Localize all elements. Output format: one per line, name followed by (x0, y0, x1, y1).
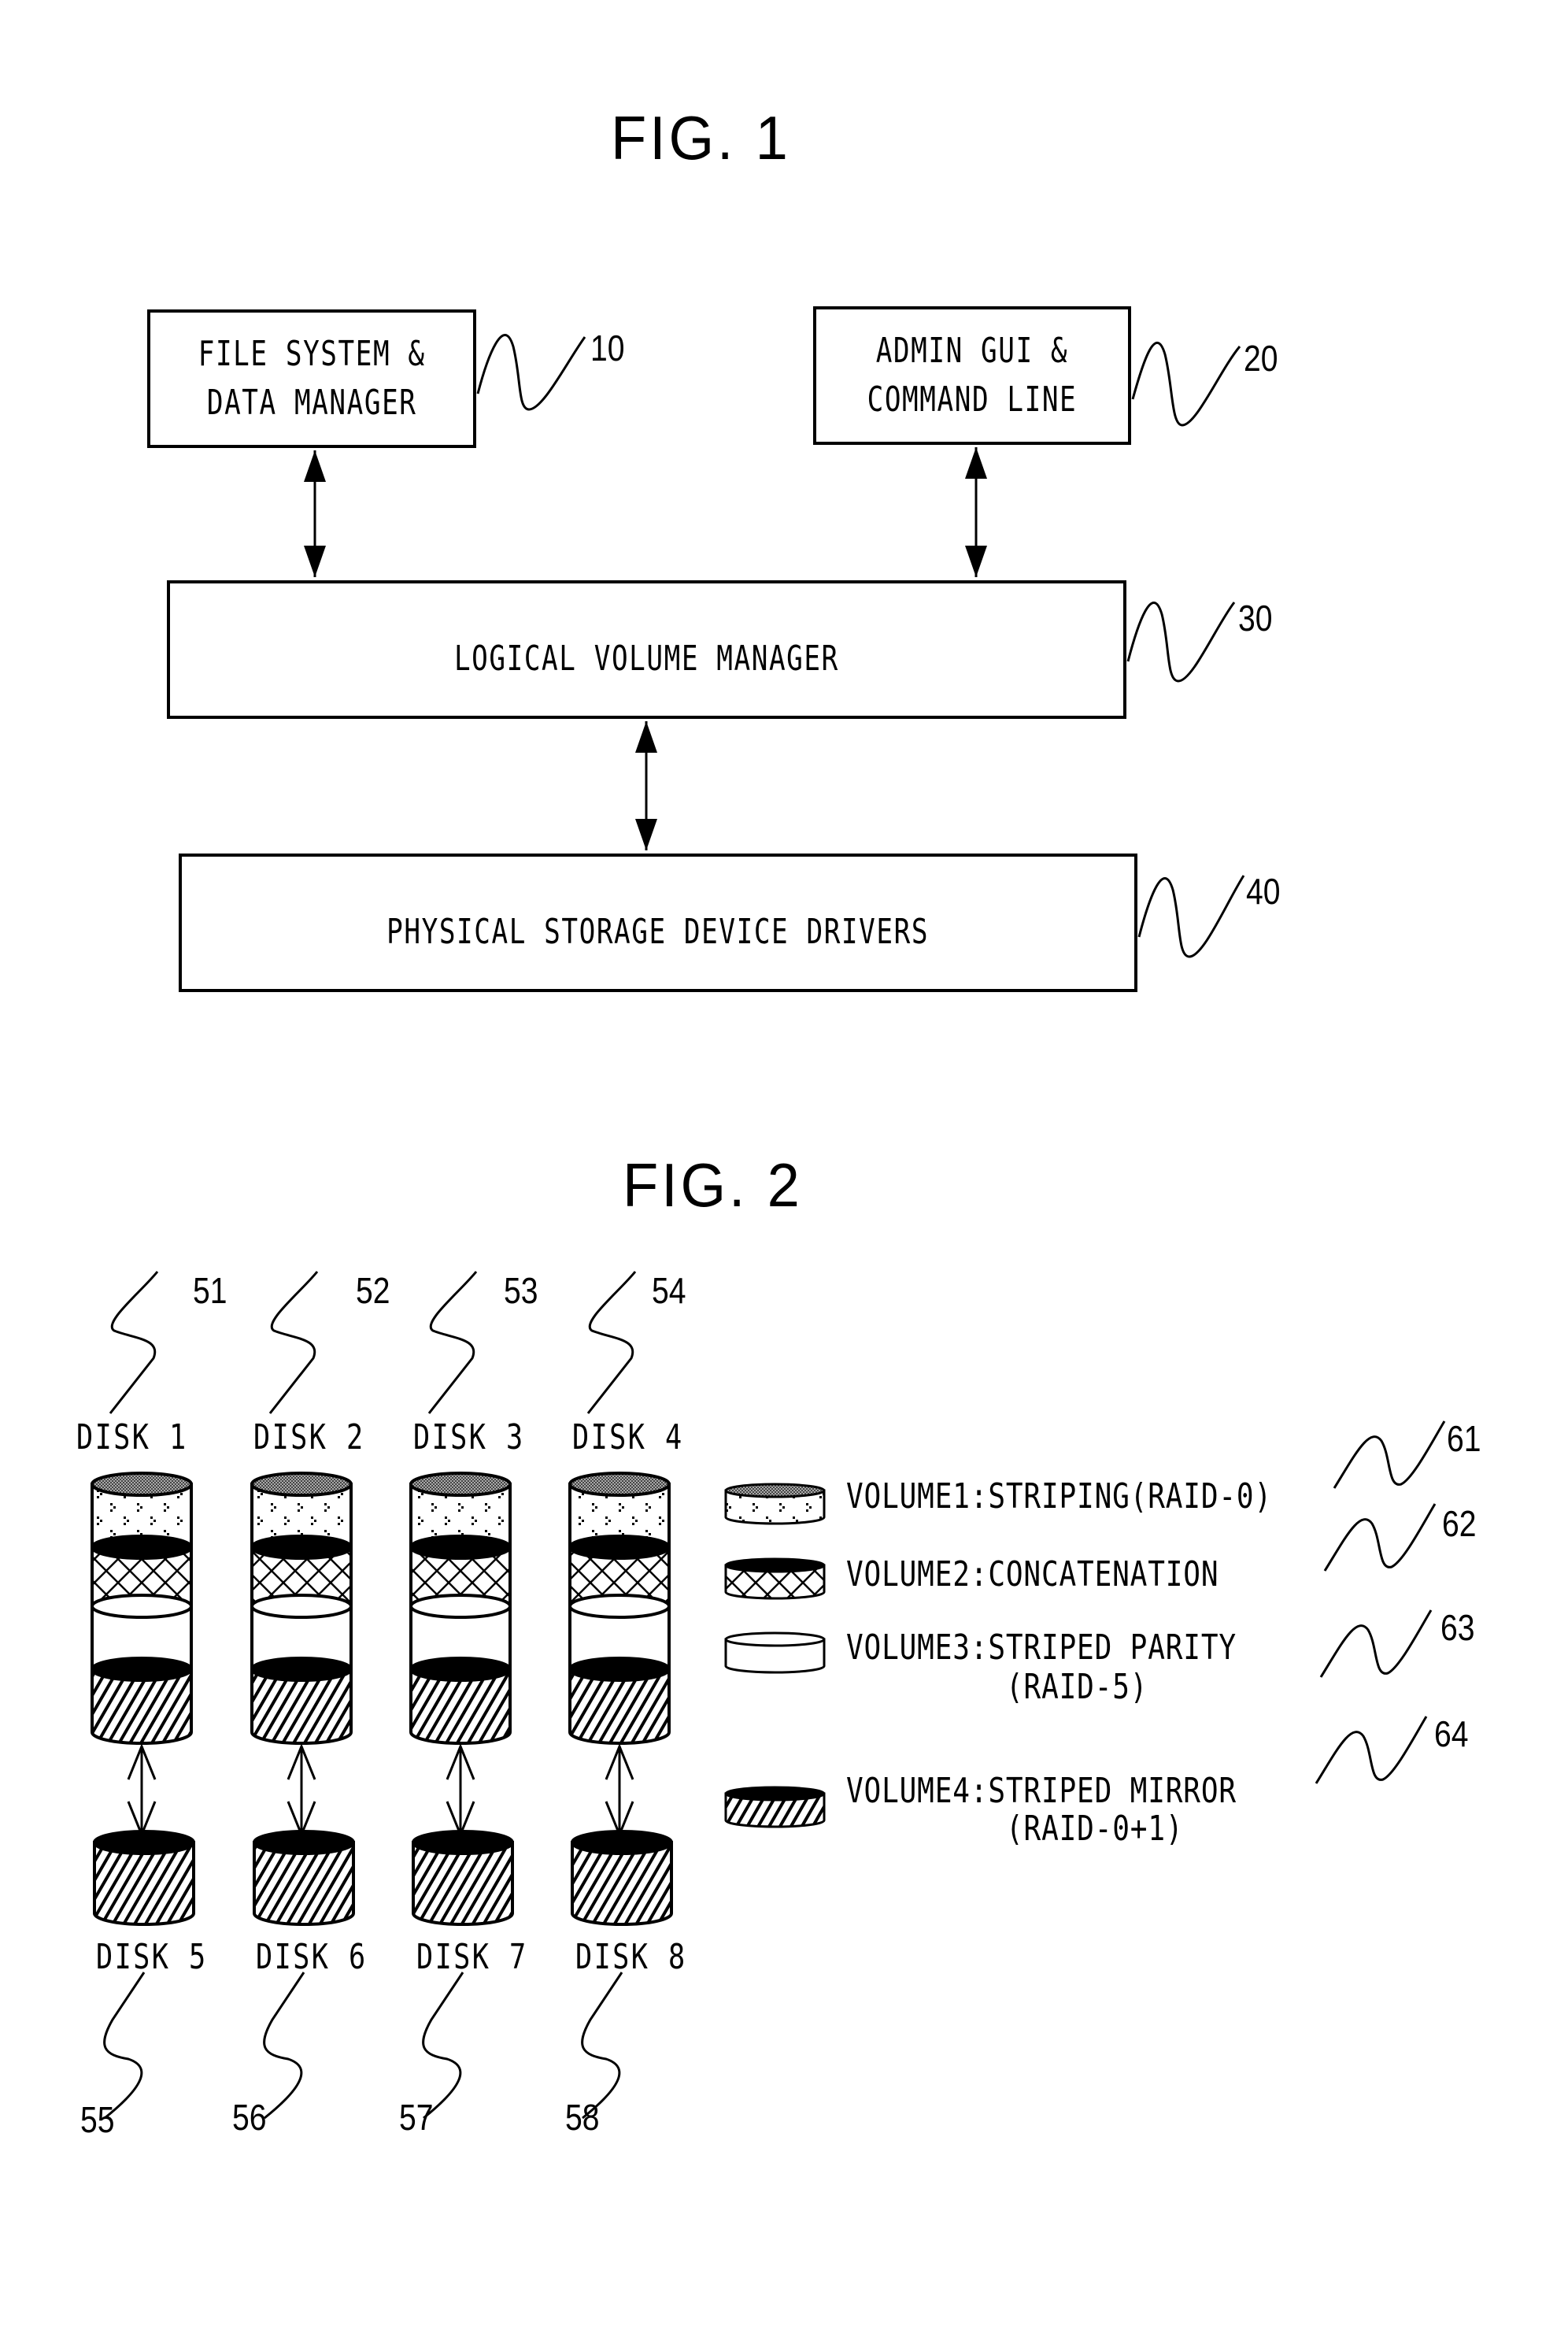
leader-62 (1323, 1503, 1437, 1572)
leader-54 (586, 1271, 637, 1414)
leader-61 (1333, 1420, 1446, 1489)
mirror-disk-5-cap (93, 1830, 195, 1855)
leader-58 (581, 1972, 623, 2120)
mirror-disk-7-cap (412, 1830, 514, 1855)
legend-icon-cap-volume4 (724, 1786, 826, 1802)
disk-1-cap-volume3 (91, 1594, 193, 1619)
disk-3-cap-volume3 (409, 1594, 512, 1619)
disk-4-cap-volume2 (568, 1535, 671, 1560)
disk-1-cap-volume1 (91, 1472, 193, 1497)
disk-3-cap-volume4 (409, 1657, 512, 1682)
fig2-drawing (91, 1271, 1446, 2120)
disk-1-cap-volume2 (91, 1535, 193, 1560)
disk-3-cap-volume2 (409, 1535, 512, 1560)
disk-2-cap-volume4 (250, 1657, 353, 1682)
leader-57 (422, 1972, 464, 2120)
disk-3-cap-volume1 (409, 1472, 512, 1497)
disk-4-cap-volume1 (568, 1472, 671, 1497)
legend-icon-cap-volume3 (724, 1631, 826, 1647)
leader-63 (1319, 1609, 1433, 1678)
leader-64 (1315, 1716, 1428, 1784)
leader-53 (427, 1271, 478, 1414)
leader-56 (263, 1972, 305, 2120)
mirror-disk-6-cap (253, 1830, 355, 1855)
disk-2-cap-volume1 (250, 1472, 353, 1497)
leader-52 (268, 1271, 319, 1414)
disk-4-cap-volume3 (568, 1594, 671, 1619)
mirror-disk-8-cap (571, 1830, 673, 1855)
disk-4-cap-volume4 (568, 1657, 671, 1682)
leader-51 (109, 1271, 159, 1414)
leader-55 (103, 1972, 146, 2120)
disk-1-cap-volume4 (91, 1657, 193, 1682)
disk-2-cap-volume2 (250, 1535, 353, 1560)
legend-icon-cap-volume1 (724, 1483, 826, 1498)
disk-2-cap-volume3 (250, 1594, 353, 1619)
legend-icon-cap-volume2 (724, 1557, 826, 1573)
